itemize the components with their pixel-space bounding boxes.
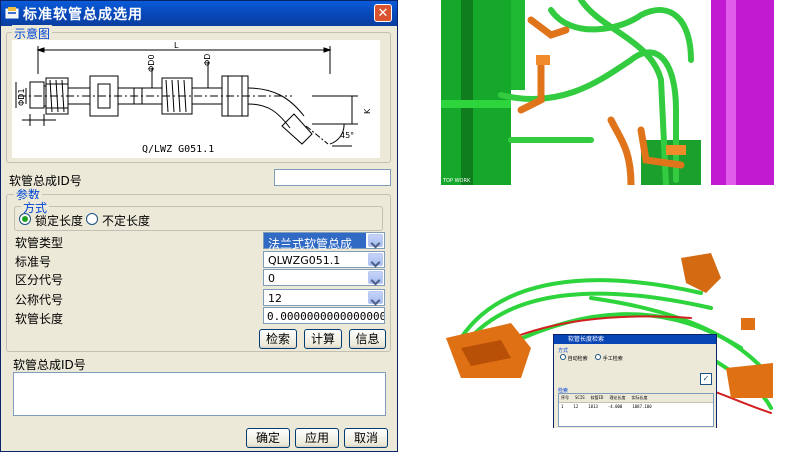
title-bar[interactable]: 标准软管总成选用 ✕ <box>1 1 397 26</box>
length-label: 软管长度 <box>15 312 64 326</box>
mode-variable-radio[interactable] <box>86 213 98 225</box>
app-icon <box>5 7 19 19</box>
mini-mode-title: 方式 <box>558 348 569 354</box>
mini-table-row[interactable]: 1 12 1813 -4.000 1087.100 <box>559 403 713 410</box>
mode-fixed-label[interactable]: 锁定长度 <box>35 212 83 229</box>
window-title: 标准软管总成选用 <box>23 7 143 23</box>
result-id-box[interactable] <box>13 372 386 416</box>
nominal-label: 公称代号 <box>15 293 64 307</box>
info-button[interactable]: 信息 <box>349 329 386 349</box>
cad-view-bottom: 软管长度检索 方式 自动检索 手工检索 ✓ 检索 序号 SCIS 软管ID 理论… <box>441 238 773 428</box>
mini-radio-icon[interactable] <box>560 354 566 360</box>
cancel-button[interactable]: 取消 <box>344 428 388 448</box>
chevron-down-icon[interactable] <box>368 271 383 284</box>
dim-k: K <box>363 108 372 114</box>
hose-selection-dialog: 标准软管总成选用 ✕ 示意图 L ΦD1 ΦD0 ΦD K 45° Q/LWZ … <box>0 0 398 452</box>
standard-no-label: 标准号 <box>15 255 52 269</box>
mini-opt2[interactable]: 手工检索 <box>603 356 623 362</box>
diagram-caption: Q/LWZ G051.1 <box>142 144 214 155</box>
hose-length-search-dialog: 软管长度检索 方式 自动检索 手工检索 ✓ 检索 序号 SCIS 软管ID 理论… <box>553 334 717 428</box>
length-field[interactable]: 0.0000000000000000 <box>263 307 385 324</box>
dim-d1: ΦD1 <box>17 88 26 106</box>
mini-title-bar: 软管长度检索 <box>554 335 716 344</box>
chevron-down-icon[interactable] <box>368 291 383 304</box>
mini-table-header: 序号 SCIS 软管ID 理论长度 实际长度 <box>559 394 713 403</box>
mode-fixed-radio[interactable] <box>19 213 31 225</box>
hose-type-select[interactable]: 法兰式软管总成 <box>263 232 385 251</box>
mode-variable-label[interactable]: 不定长度 <box>102 212 150 229</box>
code-label: 区分代号 <box>15 273 64 287</box>
nominal-select[interactable]: 12 <box>263 289 385 306</box>
code-select[interactable]: 0 <box>263 269 385 286</box>
mini-table: 序号 SCIS 软管ID 理论长度 实际长度 1 12 1813 -4.000 … <box>558 393 714 427</box>
mini-title: 软管长度检索 <box>568 336 605 343</box>
mini-check-icon[interactable]: ✓ <box>700 373 712 385</box>
hose-diagram: L ΦD1 ΦD0 ΦD K 45° Q/LWZ G051.1 <box>12 40 380 158</box>
cad-view-top: TOP WORK <box>441 0 774 185</box>
apply-button[interactable]: 应用 <box>295 428 339 448</box>
viewport-logo: TOP WORK <box>442 178 471 184</box>
dim-d0: ΦD0 <box>147 54 156 72</box>
search-button[interactable]: 检索 <box>259 329 297 349</box>
standard-no-select[interactable]: QLWZG051.1 <box>263 251 385 268</box>
chevron-down-icon[interactable] <box>368 234 383 247</box>
close-button[interactable]: ✕ <box>374 4 392 22</box>
hose-type-label: 软管类型 <box>15 236 64 250</box>
mini-opt1[interactable]: 自动检索 <box>568 356 588 362</box>
calc-button[interactable]: 计算 <box>304 329 342 349</box>
chevron-down-icon[interactable] <box>368 253 383 266</box>
ok-button[interactable]: 确定 <box>246 428 290 448</box>
mini-radio-icon[interactable] <box>595 354 602 360</box>
dim-d: ΦD <box>203 54 212 66</box>
result-id-label: 软管总成ID号 <box>13 358 86 372</box>
dim-angle: 45° <box>340 131 354 140</box>
id-field[interactable] <box>274 169 391 186</box>
dim-L: L <box>174 41 179 50</box>
